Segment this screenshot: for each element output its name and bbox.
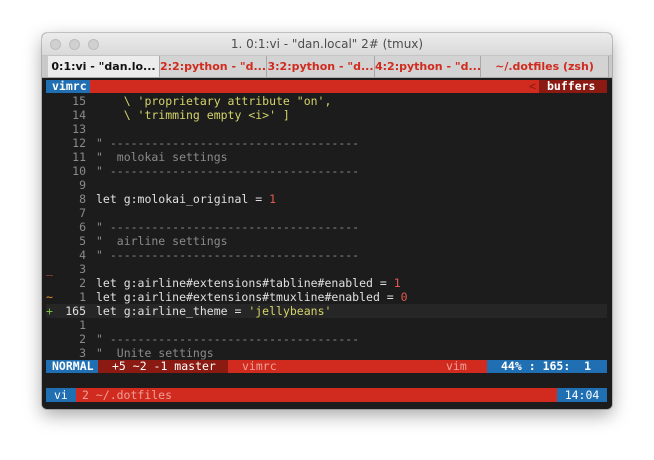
git-status: +5 ~2 -1 master bbox=[98, 360, 228, 373]
tab-dotfiles[interactable]: ~/.dotfiles (zsh) bbox=[481, 56, 609, 77]
buffers-label: buffers bbox=[539, 80, 607, 93]
git-modified-sign: ~ bbox=[46, 290, 53, 304]
tmux-clock: 14:04 bbox=[557, 388, 607, 402]
editor-line: 1 bbox=[79, 318, 86, 332]
vim-statusline: NORMAL +5 ~2 -1 master vimrc vim 44% : 1… bbox=[46, 360, 607, 373]
git-removed-sign: _ bbox=[46, 262, 53, 276]
line-column: 165: 1 bbox=[542, 359, 592, 373]
statusline-filename: vimrc bbox=[242, 359, 277, 373]
editor-line: 9 bbox=[79, 178, 86, 192]
tab-python-3[interactable]: 3:2:python - "d... bbox=[267, 56, 375, 77]
terminal-window: 1. 0:1:vi - "dan.local" 2# (tmux) 0:1:vi… bbox=[42, 33, 612, 409]
git-added-sign: + bbox=[46, 304, 53, 318]
tab-bar: 0:1:vi - "dan.lo... 2:2:python - "d... 3… bbox=[42, 56, 612, 78]
cursor-line-text: let g:airline_theme = 'jellybeans' bbox=[96, 304, 332, 318]
mode-indicator: NORMAL bbox=[46, 360, 98, 373]
editor-line: 15 \ 'proprietary attribute "on', bbox=[72, 94, 332, 108]
position-section: 44% : 165: 1 bbox=[487, 360, 607, 373]
editor-line: 2 " ------------------------------------ bbox=[79, 332, 360, 346]
editor-line: 2 let g:airline#extensions#tabline#enable… bbox=[79, 276, 401, 290]
buffer-tab-vimrc[interactable]: vimrc bbox=[46, 80, 90, 93]
tab-vi[interactable]: 0:1:vi - "dan.lo... bbox=[48, 56, 160, 77]
editor-line: 11 " molokai settings bbox=[72, 150, 228, 164]
tmux-session: vi bbox=[46, 388, 76, 402]
editor-line: 14 \ 'trimming empty <i>' ] bbox=[72, 108, 290, 122]
editor-line: 7 bbox=[79, 206, 86, 220]
editor-line: 13 bbox=[72, 122, 86, 136]
cursor-line[interactable]: +165 let g:airline_theme = 'jellybeans' bbox=[46, 304, 607, 318]
editor-line: 12 " ------------------------------------ bbox=[72, 136, 360, 150]
tmux-window-item[interactable]: 2 ~/.dotfiles bbox=[82, 388, 202, 402]
window-title: 1. 0:1:vi - "dan.local" 2# (tmux) bbox=[230, 37, 424, 51]
editor-line: 10 " ------------------------------------ bbox=[72, 164, 360, 178]
editor-line: 5 " airline settings bbox=[79, 234, 228, 248]
tmux-status-bar: vi 2 ~/.dotfiles 14:04 bbox=[46, 388, 607, 402]
editor-line: _ 3 bbox=[46, 262, 86, 276]
editor-line: 8 let g:molokai_original = 1 bbox=[79, 192, 277, 206]
editor-line: 3 " Unite settings bbox=[79, 346, 214, 360]
terminal-area[interactable]: vimrc < buffers 15 \ 'proprietary attrib… bbox=[42, 78, 612, 409]
title-bar[interactable]: 1. 0:1:vi - "dan.local" 2# (tmux) bbox=[42, 33, 612, 56]
editor-line: 6 " ------------------------------------ bbox=[79, 220, 360, 234]
tab-python-2[interactable]: 2:2:python - "d... bbox=[160, 56, 267, 77]
editor-line: ~1 let g:airline#extensions#tmuxline#enab… bbox=[46, 290, 408, 304]
percent-position: 44% bbox=[501, 359, 522, 373]
filetype: vim bbox=[446, 359, 467, 373]
tabline-separator: < bbox=[529, 79, 536, 93]
tab-python-4[interactable]: 4:2:python - "d... bbox=[375, 56, 481, 77]
editor-line: 4 " ------------------------------------ bbox=[79, 248, 360, 262]
vim-tabline: vimrc < buffers bbox=[46, 80, 607, 93]
